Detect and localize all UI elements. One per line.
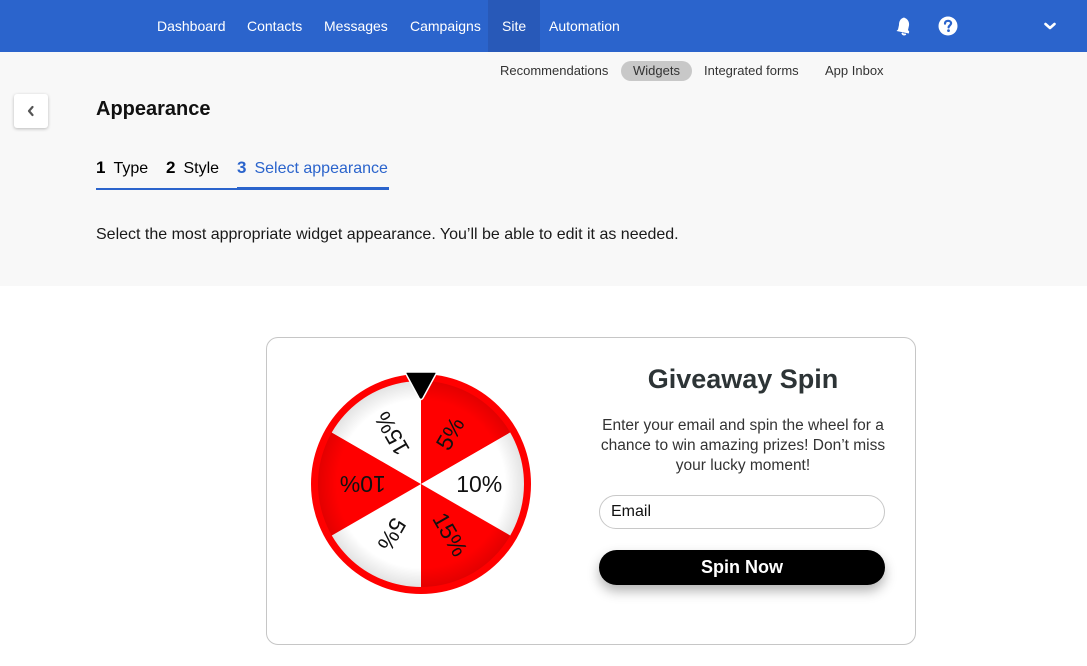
nav-messages[interactable]: Messages [311,0,401,52]
subnav-integrated-forms[interactable]: Integrated forms [694,61,809,81]
step-select-appearance[interactable]: 3 Select appearance [237,158,388,178]
page-title: Appearance [96,98,211,120]
nav-automation[interactable]: Automation [536,0,633,52]
nav-campaigns[interactable]: Campaigns [397,0,494,52]
widget-title: Giveaway Spin [647,364,839,394]
step-label: Type [113,160,149,177]
nav-dashboard[interactable]: Dashboard [144,0,239,52]
email-input[interactable] [599,495,885,529]
page-header: Recommendations Widgets Integrated forms… [0,52,1087,286]
chevron-down-icon[interactable] [1039,15,1061,37]
nav-site[interactable]: Site [488,0,541,52]
step-label: Style [183,160,220,177]
spin-now-button[interactable]: Spin Now [599,550,885,585]
intro-text: Select the most appropriate widget appea… [96,226,679,243]
step-label: Select appearance [254,160,388,177]
back-button[interactable] [14,94,48,128]
step-style[interactable]: 2 Style [166,158,219,178]
step-number: 2 [166,158,176,177]
bell-icon[interactable] [893,15,915,37]
spin-wheel: 5%10%15%5%10%15% [307,368,537,600]
subnav-recommendations[interactable]: Recommendations [490,61,618,81]
steps-active-underline [237,187,389,190]
step-number: 3 [237,158,247,177]
wheel-graphic: 5%10%15%5%10%15% [311,371,531,594]
steps-progress-line [96,188,237,190]
subnav-widgets[interactable]: Widgets [621,61,692,81]
top-navigation-bar: Dashboard Contacts Messages Campaigns Si… [0,0,1087,52]
help-icon[interactable] [937,15,959,37]
widget-description: Enter your email and spin the wheel for … [600,417,886,474]
step-number: 1 [96,158,106,177]
subnav-app-inbox[interactable]: App Inbox [815,61,894,81]
step-type[interactable]: 1 Type [96,158,148,178]
nav-contacts[interactable]: Contacts [234,0,315,52]
widget-preview-card[interactable]: 5%10%15%5%10%15% Giveaway Spin Enter you… [266,337,916,645]
chevron-left-icon [27,105,34,117]
